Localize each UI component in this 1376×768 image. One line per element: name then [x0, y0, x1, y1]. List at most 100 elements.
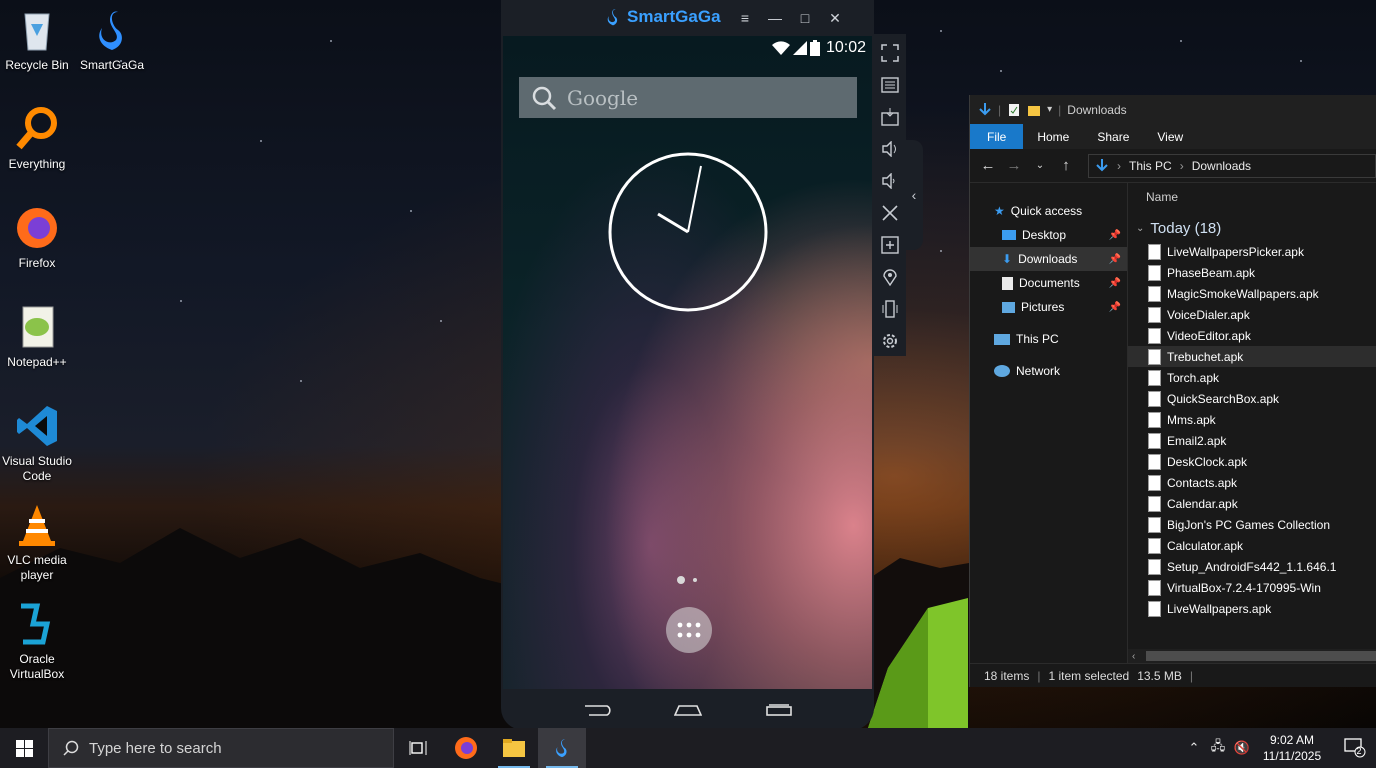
nav-item-downloads[interactable]: ⬇ Downloads 📌 [970, 247, 1127, 271]
settings-icon[interactable] [879, 328, 901, 353]
desktop-icon-virtualbox[interactable]: Oracle VirtualBox [0, 600, 74, 682]
network-icon[interactable]: 🖧 [1206, 737, 1230, 759]
recent-locations-chevron-icon[interactable]: ⌄ [1032, 160, 1048, 171]
taskbar-clock[interactable]: 9:02 AM 11/11/2025 [1254, 732, 1330, 764]
file-row[interactable]: LiveWallpapersPicker.apk [1128, 241, 1376, 262]
file-row[interactable]: VideoEditor.apk [1128, 325, 1376, 346]
close-icon[interactable]: ✕ [827, 10, 843, 27]
desktop-icon-vlc[interactable]: VLC media player [0, 501, 74, 583]
google-search-bar[interactable]: Google [519, 77, 857, 118]
signal-icon [793, 41, 807, 55]
forward-arrow-icon[interactable]: → [1006, 157, 1022, 174]
file-row[interactable]: Torch.apk [1128, 367, 1376, 388]
column-header-name[interactable]: Name [1128, 183, 1376, 211]
file-row[interactable]: Calendar.apk [1128, 493, 1376, 514]
android-screen[interactable]: 10:02 Google [503, 36, 872, 689]
group-header-today[interactable]: ⌄ Today (18) [1128, 215, 1376, 241]
volume-up-icon[interactable] [879, 136, 901, 161]
file-row[interactable]: DeskClock.apk [1128, 451, 1376, 472]
file-row[interactable]: Mms.apk [1128, 409, 1376, 430]
horizontal-scrollbar[interactable]: ‹ [1128, 649, 1376, 663]
status-time: 10:02 [825, 39, 866, 56]
desktop-icon-smartgaga[interactable]: SmartGaGa [75, 6, 149, 73]
back-icon[interactable] [583, 703, 611, 717]
home-icon[interactable] [673, 703, 702, 717]
file-name: VoiceDialer.apk [1167, 307, 1250, 322]
nav-item-this-pc[interactable]: This PC [970, 327, 1127, 351]
nav-item-pictures[interactable]: Pictures 📌 [970, 295, 1127, 319]
task-view-button[interactable] [394, 728, 442, 768]
desktop-icon-notepadplusplus[interactable]: Notepad++ [0, 303, 74, 370]
properties-icon[interactable] [1007, 103, 1021, 117]
show-hidden-icons-chevron-icon[interactable]: ⌃ [1182, 740, 1206, 756]
quick-access-toolbar-dropdown-icon[interactable]: ▾ [1047, 104, 1052, 115]
file-row[interactable]: Contacts.apk [1128, 472, 1376, 493]
scroll-left-icon[interactable]: ‹ [1128, 651, 1135, 662]
smartgaga-window: SmartGaGa ≡ — □ ✕ 10:02 Google [501, 0, 874, 730]
scrollbar-thumb[interactable] [1146, 651, 1376, 661]
taskbar-app-smartgaga[interactable] [538, 728, 586, 768]
file-name: Calculator.apk [1167, 538, 1244, 553]
menu-icon[interactable]: ≡ [737, 10, 753, 27]
explorer-titlebar[interactable]: | ▾ | Downloads [970, 95, 1376, 124]
taskbar-app-firefox[interactable] [442, 728, 490, 768]
file-icon [1148, 495, 1161, 512]
ribbon-tab-view[interactable]: View [1143, 124, 1197, 149]
recents-icon[interactable] [765, 703, 793, 717]
up-arrow-icon[interactable]: ↑ [1058, 157, 1074, 174]
minimize-icon[interactable]: — [767, 10, 783, 27]
file-row[interactable]: BigJon's PC Games Collection [1128, 514, 1376, 535]
file-row[interactable]: VoiceDialer.apk [1128, 304, 1376, 325]
app-drawer-button[interactable] [666, 607, 712, 653]
desktop-icon-vscode[interactable]: Visual Studio Code [0, 402, 74, 484]
file-name: VirtualBox-7.2.4-170995-Win [1167, 580, 1321, 595]
breadcrumb-this-pc[interactable]: This PC [1129, 159, 1172, 173]
taskbar-app-file-explorer[interactable] [490, 728, 538, 768]
desktop-icon-recycle-bin[interactable]: Recycle Bin [0, 6, 74, 73]
ribbon-tab-home[interactable]: Home [1023, 124, 1083, 149]
analog-clock-widget[interactable] [608, 152, 768, 312]
file-icon [1148, 432, 1161, 449]
ribbon-tab-file[interactable]: File [970, 124, 1024, 149]
file-row[interactable]: Setup_AndroidFs442_1.1.646.1 [1128, 556, 1376, 577]
desktop-icon-everything[interactable]: Everything [0, 105, 74, 172]
action-center-button[interactable]: 2 [1330, 738, 1376, 758]
nav-item-label: Downloads [1018, 252, 1078, 266]
file-row[interactable]: Email2.apk [1128, 430, 1376, 451]
add-app-icon[interactable] [879, 232, 901, 257]
screenshot-scissors-icon[interactable] [879, 200, 901, 225]
new-folder-icon[interactable] [1027, 103, 1041, 117]
file-row[interactable]: LiveWallpapers.apk [1128, 598, 1376, 619]
nav-item-desktop[interactable]: Desktop 📌 [970, 223, 1127, 247]
volume-muted-icon[interactable]: 🔇 [1230, 740, 1254, 756]
breadcrumb-downloads[interactable]: Downloads [1192, 159, 1251, 173]
fullscreen-icon[interactable] [879, 40, 901, 65]
toolbar-collapse-button[interactable]: ‹ [905, 140, 923, 250]
keyboard-icon[interactable] [879, 72, 901, 97]
nav-item-documents[interactable]: Documents 📌 [970, 271, 1127, 295]
file-explorer-icon [503, 739, 525, 757]
volume-down-icon[interactable] [879, 168, 901, 193]
start-button[interactable] [0, 728, 48, 768]
back-arrow-icon[interactable]: ← [980, 157, 996, 174]
file-row[interactable]: PhaseBeam.apk [1128, 262, 1376, 283]
desktop-icon-firefox[interactable]: Firefox [0, 204, 74, 271]
download-arrow-icon: ⬇ [1002, 252, 1013, 266]
android-status-bar: 10:02 [503, 36, 872, 60]
file-row[interactable]: MagicSmokeWallpapers.apk [1128, 283, 1376, 304]
shake-icon[interactable] [879, 296, 901, 321]
taskbar-search-box[interactable]: Type here to search [48, 728, 394, 768]
apk-install-icon[interactable] [879, 104, 901, 129]
nav-item-network[interactable]: Network [970, 359, 1127, 383]
maximize-icon[interactable]: □ [797, 10, 813, 27]
nav-item-quick-access[interactable]: ★ Quick access [970, 199, 1127, 223]
location-icon[interactable] [879, 264, 901, 289]
address-bar[interactable]: › This PC › Downloads [1088, 153, 1376, 178]
emulator-titlebar[interactable]: SmartGaGa ≡ — □ ✕ [501, 0, 874, 36]
file-icon [1148, 579, 1161, 596]
file-row[interactable]: VirtualBox-7.2.4-170995-Win [1128, 577, 1376, 598]
file-row[interactable]: Trebuchet.apk [1128, 346, 1376, 367]
file-row[interactable]: QuickSearchBox.apk [1128, 388, 1376, 409]
ribbon-tab-share[interactable]: Share [1083, 124, 1143, 149]
file-row[interactable]: Calculator.apk [1128, 535, 1376, 556]
